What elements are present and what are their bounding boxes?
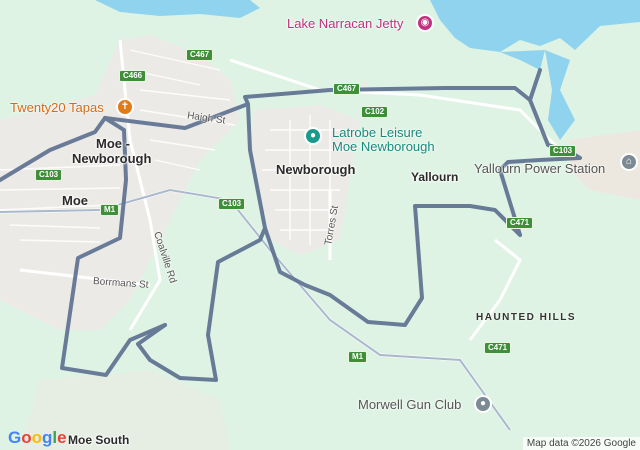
route-shield-c471: C471 xyxy=(484,342,512,354)
route-shield-c467: C467 xyxy=(186,49,214,61)
label-latrobe-leisure-2[interactable]: Moe Newborough xyxy=(332,139,435,154)
route-shield-c471: C471 xyxy=(506,217,534,229)
label-moe: Moe xyxy=(62,193,88,208)
label-haunted-hills: HAUNTED HILLS xyxy=(476,312,577,323)
label-newborough: Newborough xyxy=(276,162,356,177)
route-shield-c103: C103 xyxy=(218,198,246,210)
label-yallourn-power-station[interactable]: Yallourn Power Station xyxy=(474,161,605,176)
route-shield-c102: C102 xyxy=(361,106,389,118)
route-shield-m1: M1 xyxy=(348,351,368,363)
label-latrobe-leisure-1[interactable]: Latrobe Leisure xyxy=(332,125,422,140)
lake-fill-mid xyxy=(500,50,545,70)
label-morwell-gun-club[interactable]: Morwell Gun Club xyxy=(358,397,461,412)
lake-narracan-east xyxy=(430,0,640,52)
label-moe-newborough-2: Newborough xyxy=(72,151,152,166)
label-lake-narracan-jetty[interactable]: Lake Narracan Jetty xyxy=(287,16,403,31)
camera-pin-icon[interactable]: ◉ xyxy=(416,14,434,32)
google-logo[interactable]: Google xyxy=(8,428,67,448)
map-base-layer xyxy=(0,0,640,450)
lake-narracan-arm xyxy=(545,50,575,140)
label-twenty20-tapas[interactable]: Twenty20 Tapas xyxy=(10,100,104,115)
route-shield-c103: C103 xyxy=(549,145,577,157)
gun-club-pin-icon[interactable]: ● xyxy=(474,395,492,413)
route-shield-c467: C467 xyxy=(333,83,361,95)
lake-narracan xyxy=(95,0,260,18)
map-canvas[interactable]: C467 C467 C466 C102 C103 C103 C103 M1 M1… xyxy=(0,0,640,450)
map-attribution[interactable]: Map data ©2026 Google xyxy=(522,437,640,450)
label-yallourn: Yallourn xyxy=(411,170,459,184)
route-shield-m1: M1 xyxy=(100,204,120,216)
route-shield-c103: C103 xyxy=(35,169,63,181)
route-shield-c466: C466 xyxy=(119,70,147,82)
label-moe-south: Moe South xyxy=(68,433,130,447)
building-pin-icon[interactable]: ⌂ xyxy=(620,153,638,171)
leisure-pin-icon[interactable]: ● xyxy=(304,127,322,145)
restaurant-pin-icon[interactable]: ✝ xyxy=(116,98,134,116)
label-moe-newborough-1: Moe - xyxy=(96,136,130,151)
